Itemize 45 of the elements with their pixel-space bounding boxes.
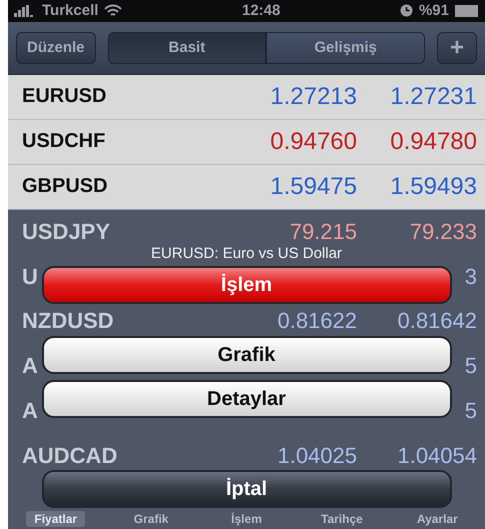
symbol-name: GBPUSD <box>22 175 108 198</box>
edit-button[interactable]: Düzenle <box>16 32 96 64</box>
symbol-name: U <box>22 264 38 290</box>
ask-price: 3 <box>464 264 477 290</box>
sheet-button[interactable]: Detaylar <box>42 380 452 418</box>
ask-price: 1.04054 <box>397 443 477 470</box>
symbol-name: A <box>22 398 38 424</box>
tab-item[interactable]: Grafik <box>126 511 176 528</box>
symbol-name: AUDCAD <box>22 443 118 470</box>
tab-item[interactable]: Fiyatlar <box>26 511 86 528</box>
battery-icon <box>455 4 479 17</box>
symbol-name: NZDUSD <box>22 308 114 334</box>
wifi-icon <box>104 4 122 18</box>
ask-price: 1.27231 <box>390 82 477 111</box>
symbol-name: A <box>22 353 38 380</box>
symbol-name: USDJPY <box>22 218 110 245</box>
tab-item[interactable]: İşlem <box>223 511 270 528</box>
sheet-button[interactable]: Grafik <box>42 336 452 374</box>
bid-price: 0.94760 <box>270 128 357 156</box>
symbol-name: USDCHF <box>22 130 106 154</box>
sheet-title: EURUSD: Euro vs US Dollar <box>151 246 342 262</box>
sheet-button[interactable]: İşlem <box>42 266 452 304</box>
clock-icon <box>400 4 413 18</box>
sheet-button[interactable]: İptal <box>42 470 452 508</box>
bid-price: 79.215 <box>290 218 357 245</box>
bid-price: 1.04025 <box>277 443 357 470</box>
tab-item[interactable]: Tarihçe <box>313 511 371 528</box>
add-button[interactable]: + <box>436 32 477 64</box>
ask-price: 1.59493 <box>390 172 477 201</box>
ask-price: 0.94780 <box>390 128 477 156</box>
segment-button[interactable]: Basit <box>108 32 266 64</box>
ask-price: 5 <box>464 353 477 380</box>
tab-item[interactable]: Ayarlar <box>408 511 466 528</box>
signal-icon <box>14 4 36 17</box>
carrier-name: Turkcell <box>42 2 98 20</box>
battery-percent: %91 <box>418 2 449 20</box>
ask-price: 0.81642 <box>397 308 477 334</box>
ask-price: 79.233 <box>410 218 477 245</box>
ask-price: 5 <box>464 398 477 424</box>
segment-button[interactable]: Gelişmiş <box>266 32 425 64</box>
bid-price: 1.59475 <box>270 172 357 201</box>
clock-time: 12:48 <box>241 2 282 20</box>
symbol-name: EURUSD <box>22 85 106 108</box>
bid-price: 1.27213 <box>270 82 357 111</box>
bid-price: 0.81622 <box>277 308 357 334</box>
